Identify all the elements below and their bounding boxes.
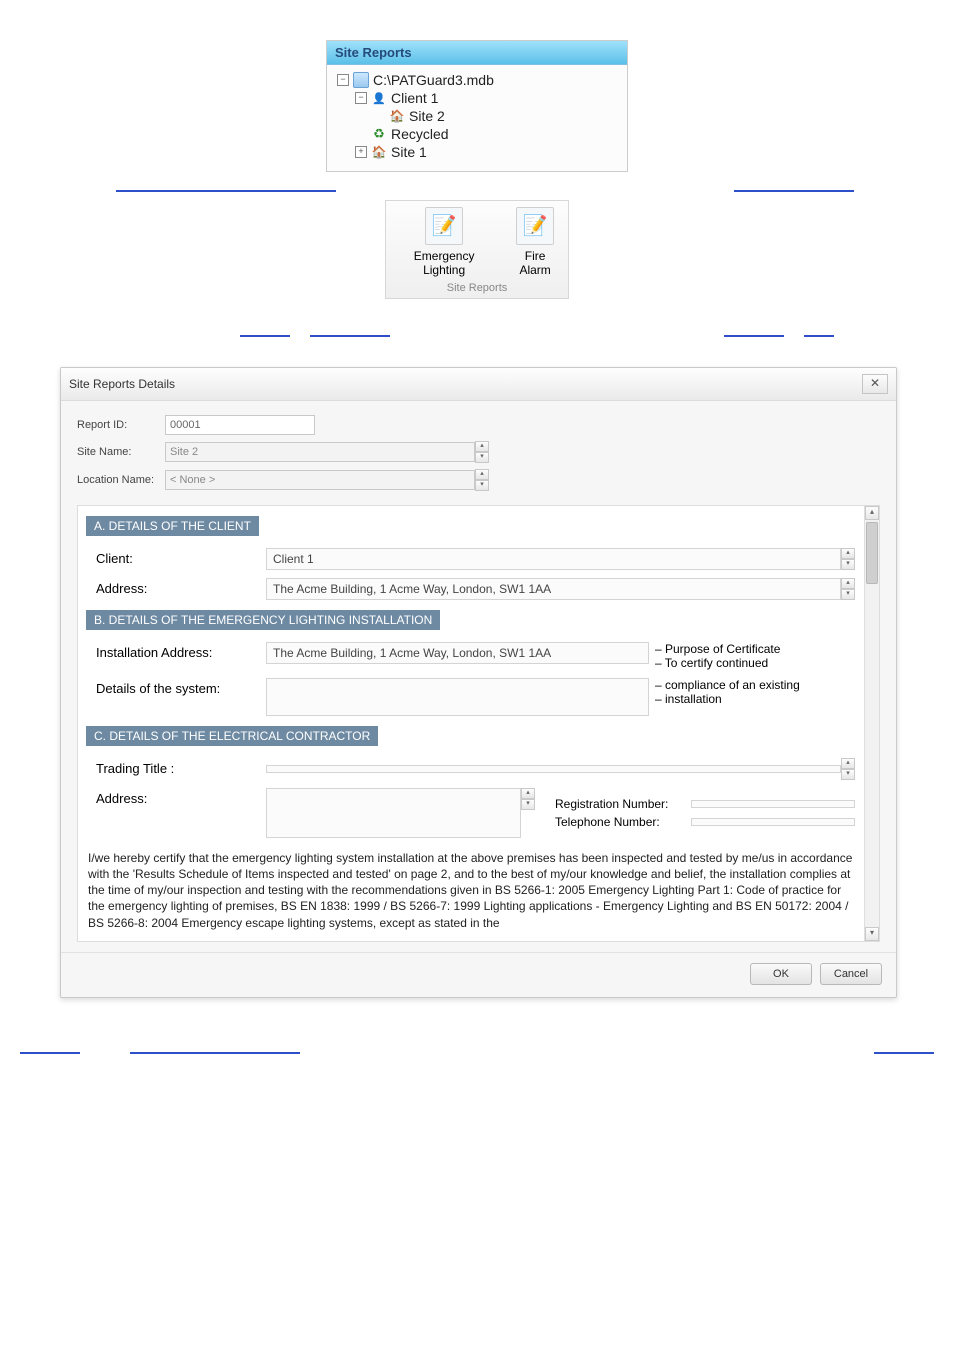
spinner-icon[interactable]: ▴▾ (841, 578, 855, 600)
site-reports-details-dialog: Site Reports Details ✕ Report ID: Site N… (60, 367, 897, 998)
divider (874, 1052, 934, 1054)
tree-node-site1[interactable]: + Site 1 (355, 143, 617, 161)
divider (130, 1052, 300, 1054)
form-scrollbar[interactable]: ▴ ▾ (864, 506, 879, 941)
tree-node-db-label: C:\PATGuard3.mdb (373, 72, 494, 88)
tree-panel-title: Site Reports (327, 41, 627, 65)
dialog-title: Site Reports Details (69, 377, 175, 391)
collapse-icon[interactable]: − (355, 92, 367, 104)
location-name-dropdown-icon[interactable]: ▴▾ (475, 469, 489, 491)
spinner-icon[interactable]: ▴▾ (841, 548, 855, 570)
ribbon-emergency-lighting[interactable]: 📝 Emergency Lighting (392, 207, 496, 278)
telephone-label: Telephone Number: (555, 815, 685, 829)
scroll-up-icon[interactable]: ▴ (865, 506, 879, 520)
scroll-down-icon[interactable]: ▾ (865, 927, 879, 941)
location-name-label: Location Name: (77, 474, 165, 486)
site-name-label: Site Name: (77, 446, 165, 458)
tree-node-site2[interactable]: Site 2 (373, 107, 617, 125)
site-icon (371, 144, 387, 160)
dialog-close-button[interactable]: ✕ (862, 374, 888, 394)
fire-alarm-icon: 📝 (516, 207, 554, 245)
ribbon-site-reports-group: 📝 Emergency Lighting 📝 Fire Alarm Site R… (385, 200, 569, 299)
location-name-input[interactable] (165, 470, 475, 490)
trading-title-label: Trading Title : (96, 758, 266, 776)
divider (734, 190, 854, 192)
ribbon-fire-alarm[interactable]: 📝 Fire Alarm (508, 207, 562, 278)
section-c-banner: C. DETAILS OF THE ELECTRICAL CONTRACTOR (86, 726, 378, 746)
form-scroll-area: A. DETAILS OF THE CLIENT Client: Client … (77, 505, 880, 942)
divider (116, 190, 336, 192)
client-address-label: Address: (96, 578, 266, 596)
install-address-input[interactable]: The Acme Building, 1 Acme Way, London, S… (266, 642, 649, 664)
recycle-icon (371, 126, 387, 142)
divider (20, 1052, 80, 1054)
report-id-label: Report ID: (77, 419, 165, 431)
scroll-thumb[interactable] (866, 522, 878, 584)
tree-node-site2-label: Site 2 (409, 108, 445, 124)
tree-node-db[interactable]: − C:\PATGuard3.mdb (337, 71, 617, 89)
tree-node-client1-label: Client 1 (391, 90, 438, 106)
purpose-side-info: – Purpose of Certificate – To certify co… (649, 642, 855, 670)
report-id-input[interactable] (165, 415, 315, 435)
site-reports-tree-panel: Site Reports − C:\PATGuard3.mdb − Client… (326, 40, 628, 172)
emergency-lighting-icon: 📝 (425, 207, 463, 245)
section-a-banner: A. DETAILS OF THE CLIENT (86, 516, 259, 536)
expand-icon[interactable]: + (355, 146, 367, 158)
tree-node-client1[interactable]: − Client 1 (355, 89, 617, 107)
details-of-system-input[interactable] (266, 678, 649, 716)
client-input[interactable]: Client 1 (266, 548, 841, 570)
reg-number-label: Registration Number: (555, 797, 685, 811)
client-label: Client: (96, 548, 266, 566)
client-address-input[interactable]: The Acme Building, 1 Acme Way, London, S… (266, 578, 841, 600)
ok-button[interactable]: OK (750, 963, 812, 985)
ribbon-emergency-lighting-label: Emergency Lighting (392, 249, 496, 278)
divider (240, 335, 290, 337)
tree-node-site1-label: Site 1 (391, 144, 427, 160)
client-icon (371, 90, 387, 106)
details-of-system-label: Details of the system: (96, 678, 266, 696)
ribbon-group-caption: Site Reports (392, 282, 562, 294)
spinner-icon[interactable]: ▴▾ (841, 758, 855, 780)
install-address-label: Installation Address: (96, 642, 266, 660)
divider (310, 335, 390, 337)
divider (804, 335, 834, 337)
section-b-banner: B. DETAILS OF THE EMERGENCY LIGHTING INS… (86, 610, 440, 630)
contractor-address-input[interactable] (266, 788, 521, 838)
site-icon (389, 108, 405, 124)
telephone-input[interactable] (691, 818, 855, 826)
purpose-side-info-2: – compliance of an existing – installati… (649, 678, 855, 706)
collapse-icon[interactable]: − (337, 74, 349, 86)
tree-node-recycled-label: Recycled (391, 126, 449, 142)
reg-number-input[interactable] (691, 800, 855, 808)
spinner-icon[interactable]: ▴▾ (521, 788, 535, 838)
contractor-address-label: Address: (96, 788, 266, 806)
trading-title-input[interactable] (266, 765, 841, 773)
divider (724, 335, 784, 337)
site-name-dropdown-icon[interactable]: ▴▾ (475, 441, 489, 463)
database-icon (353, 72, 369, 88)
tree-node-recycled[interactable]: Recycled (355, 125, 617, 143)
cancel-button[interactable]: Cancel (820, 963, 882, 985)
declaration-text: I/we hereby certify that the emergency l… (78, 842, 865, 941)
ribbon-fire-alarm-label: Fire Alarm (508, 249, 562, 278)
site-name-input[interactable] (165, 442, 475, 462)
